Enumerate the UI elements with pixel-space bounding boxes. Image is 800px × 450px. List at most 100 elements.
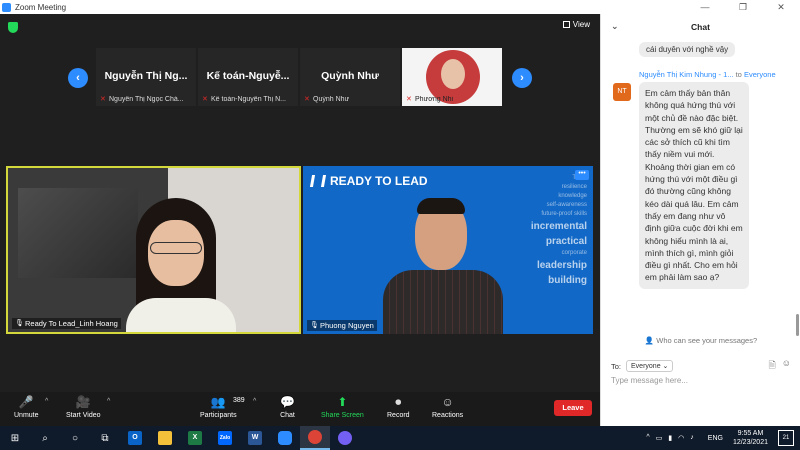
view-button[interactable]: View	[562, 20, 590, 29]
recipient-select[interactable]: Everyone ⌄	[626, 360, 674, 372]
chat-button[interactable]: 💬 Chat	[280, 394, 295, 419]
participants-button[interactable]: 👥 Participants	[200, 394, 237, 419]
share-screen-icon: ⬆	[337, 395, 348, 409]
who-can-see-link[interactable]: 👤 Who can see your messages?	[601, 336, 800, 345]
reactions-button[interactable]: ☺ Reactions	[432, 394, 463, 419]
gallery-next-button[interactable]: ›	[512, 68, 532, 88]
participant-video[interactable]: READY TO LEAD TEFL resilience knowledge …	[303, 166, 593, 334]
mic-icon: 🎙	[15, 320, 24, 327]
to-label: To:	[611, 361, 622, 371]
zalo-icon[interactable]: Zalo	[210, 426, 240, 450]
wifi-icon[interactable]: ◠	[678, 434, 684, 442]
clock[interactable]: 9:55 AM 12/23/2021	[733, 429, 768, 447]
participant-video-person	[126, 198, 246, 332]
mic-muted-icon: ✕	[304, 96, 310, 103]
word-cloud-word: knowledge	[558, 193, 587, 199]
participant-label-text: Kế toán-Nguyễn Thị N...	[211, 96, 286, 103]
cortana-icon[interactable]: ○	[60, 426, 90, 450]
camera-off-icon: 🎥	[75, 395, 91, 409]
record-label: Record	[387, 412, 410, 419]
view-label: View	[572, 20, 590, 29]
emoji-icon[interactable]: ☺	[782, 358, 791, 374]
maximize-icon[interactable]: ❐	[724, 0, 762, 14]
language-indicator[interactable]: ENG	[708, 435, 723, 442]
active-speaker-video[interactable]: 🎙 Ready To Lead_Linh Hoang	[6, 166, 301, 334]
zalo-app: Zalo	[218, 431, 232, 445]
participants-options-caret[interactable]: ^	[253, 398, 256, 405]
participant-label: ✕ Kế toán-Nguyễn Thị N...	[202, 96, 296, 103]
file-explorer-app	[158, 431, 172, 445]
battery-icon[interactable]: ▮	[668, 434, 672, 442]
who-can-see-text: Who can see your messages?	[656, 336, 758, 345]
unmute-label: Unmute	[14, 412, 39, 419]
word-cloud-word: leadership	[536, 260, 587, 271]
participant-tile[interactable]: Nguyễn Thị Ng... ✕ Nguyễn Thị Ngọc Chá..…	[96, 48, 196, 106]
chrome-app	[308, 430, 322, 444]
windows-start-icon[interactable]: ⊞	[0, 426, 30, 450]
search-icon[interactable]: ⌕	[30, 426, 60, 450]
gallery-strip: Nguyễn Thị Ng... ✕ Nguyễn Thị Ngọc Chá..…	[96, 48, 502, 106]
zoom-icon[interactable]	[270, 426, 300, 450]
participants-icon: 👥	[210, 395, 226, 409]
gallery-prev-button[interactable]: ‹	[68, 68, 88, 88]
security-shield-icon[interactable]	[8, 22, 18, 33]
clock-time: 9:55 AM	[737, 430, 764, 437]
chat-scrollbar[interactable]	[796, 314, 799, 336]
start-video-button[interactable]: 🎥 Start Video	[66, 394, 101, 419]
video-name-text: Phuong Nguyen	[320, 321, 374, 330]
mic-icon: 🎙	[310, 322, 319, 329]
chat-message: Em cảm thấy bản thân không quá hứng thú …	[639, 82, 749, 289]
notifications-icon[interactable]: 21	[778, 430, 794, 446]
participant-tile[interactable]: Kế toán-Nguyễ... ✕ Kế toán-Nguyễn Thị N.…	[198, 48, 298, 106]
microphone-muted-icon: 🎤	[18, 395, 34, 409]
chat-sender-name[interactable]: Nguyễn Thị Kim Nhung - 1...	[639, 70, 734, 79]
share-screen-button[interactable]: ⬆ Share Screen	[321, 394, 364, 419]
participant-name: Quỳnh Như	[321, 70, 379, 82]
zoom-app	[278, 431, 292, 445]
word-icon[interactable]: W	[240, 426, 270, 450]
chevron-up-icon[interactable]: ^	[646, 434, 649, 442]
word-cloud-word: self-awareness	[546, 202, 587, 208]
record-button[interactable]: ⏺ Record	[387, 394, 410, 419]
viber-icon[interactable]	[330, 426, 360, 450]
network-icon[interactable]: ▭	[656, 434, 663, 442]
share-screen-label: Share Screen	[321, 412, 364, 419]
user-icon: 👤	[644, 336, 655, 345]
participant-tile[interactable]: ✕ Phương Nhi	[402, 48, 502, 106]
audio-options-caret[interactable]: ^	[45, 398, 48, 405]
participant-tile[interactable]: Quỳnh Như ✕ Quỳnh Như	[300, 48, 400, 106]
volume-icon[interactable]: ♪	[690, 434, 694, 442]
leave-button[interactable]: Leave	[554, 400, 592, 416]
participants-label: Participants	[200, 412, 237, 419]
mic-muted-icon: ✕	[406, 96, 412, 103]
chat-header: ⌄ Chat	[601, 14, 800, 40]
ready-to-lead-banner: READY TO LEAD	[309, 174, 428, 188]
file-icon[interactable]: 🗎	[769, 358, 776, 374]
chat-actions: 🗎 ☺	[769, 358, 791, 374]
video-more-options-icon[interactable]: •••	[575, 170, 589, 180]
outlook-icon[interactable]: O	[120, 426, 150, 450]
participant-label: ✕ Nguyễn Thị Ngọc Chá...	[100, 96, 194, 103]
participant-name: Nguyễn Thị Ng...	[104, 70, 188, 82]
window-title: Zoom Meeting	[15, 2, 67, 12]
mic-muted-icon: ✕	[202, 96, 208, 103]
close-icon[interactable]: ✕	[762, 0, 800, 14]
chat-bubble-icon: 💬	[280, 395, 295, 409]
system-tray: ^ ▭ ▮ ◠ ♪ ENG 9:55 AM 12/23/2021 21	[646, 426, 800, 450]
excel-icon[interactable]: X	[180, 426, 210, 450]
excel-app: X	[188, 431, 202, 445]
reactions-icon: ☺	[441, 395, 454, 409]
video-options-caret[interactable]: ^	[107, 398, 110, 405]
chat-sender-line: Nguyễn Thị Kim Nhung - 1... to Everyone	[639, 70, 776, 79]
video-name-label: 🎙 Ready To Lead_Linh Hoang	[12, 318, 121, 329]
chrome-icon[interactable]	[300, 426, 330, 450]
word-cloud-word: corporate	[561, 250, 587, 256]
chat-message-input[interactable]: Type message here...	[611, 376, 795, 385]
chevron-down-icon[interactable]: ⌄	[611, 21, 619, 32]
minimize-icon[interactable]: —	[686, 0, 724, 14]
unmute-button[interactable]: 🎤 Unmute	[14, 394, 39, 419]
file-explorer-icon[interactable]	[150, 426, 180, 450]
chat-recipient-row: To: Everyone ⌄ 🗎 ☺	[611, 358, 795, 374]
task-view-icon[interactable]: ⧉	[90, 426, 120, 450]
word-cloud-word: practical	[545, 236, 587, 247]
